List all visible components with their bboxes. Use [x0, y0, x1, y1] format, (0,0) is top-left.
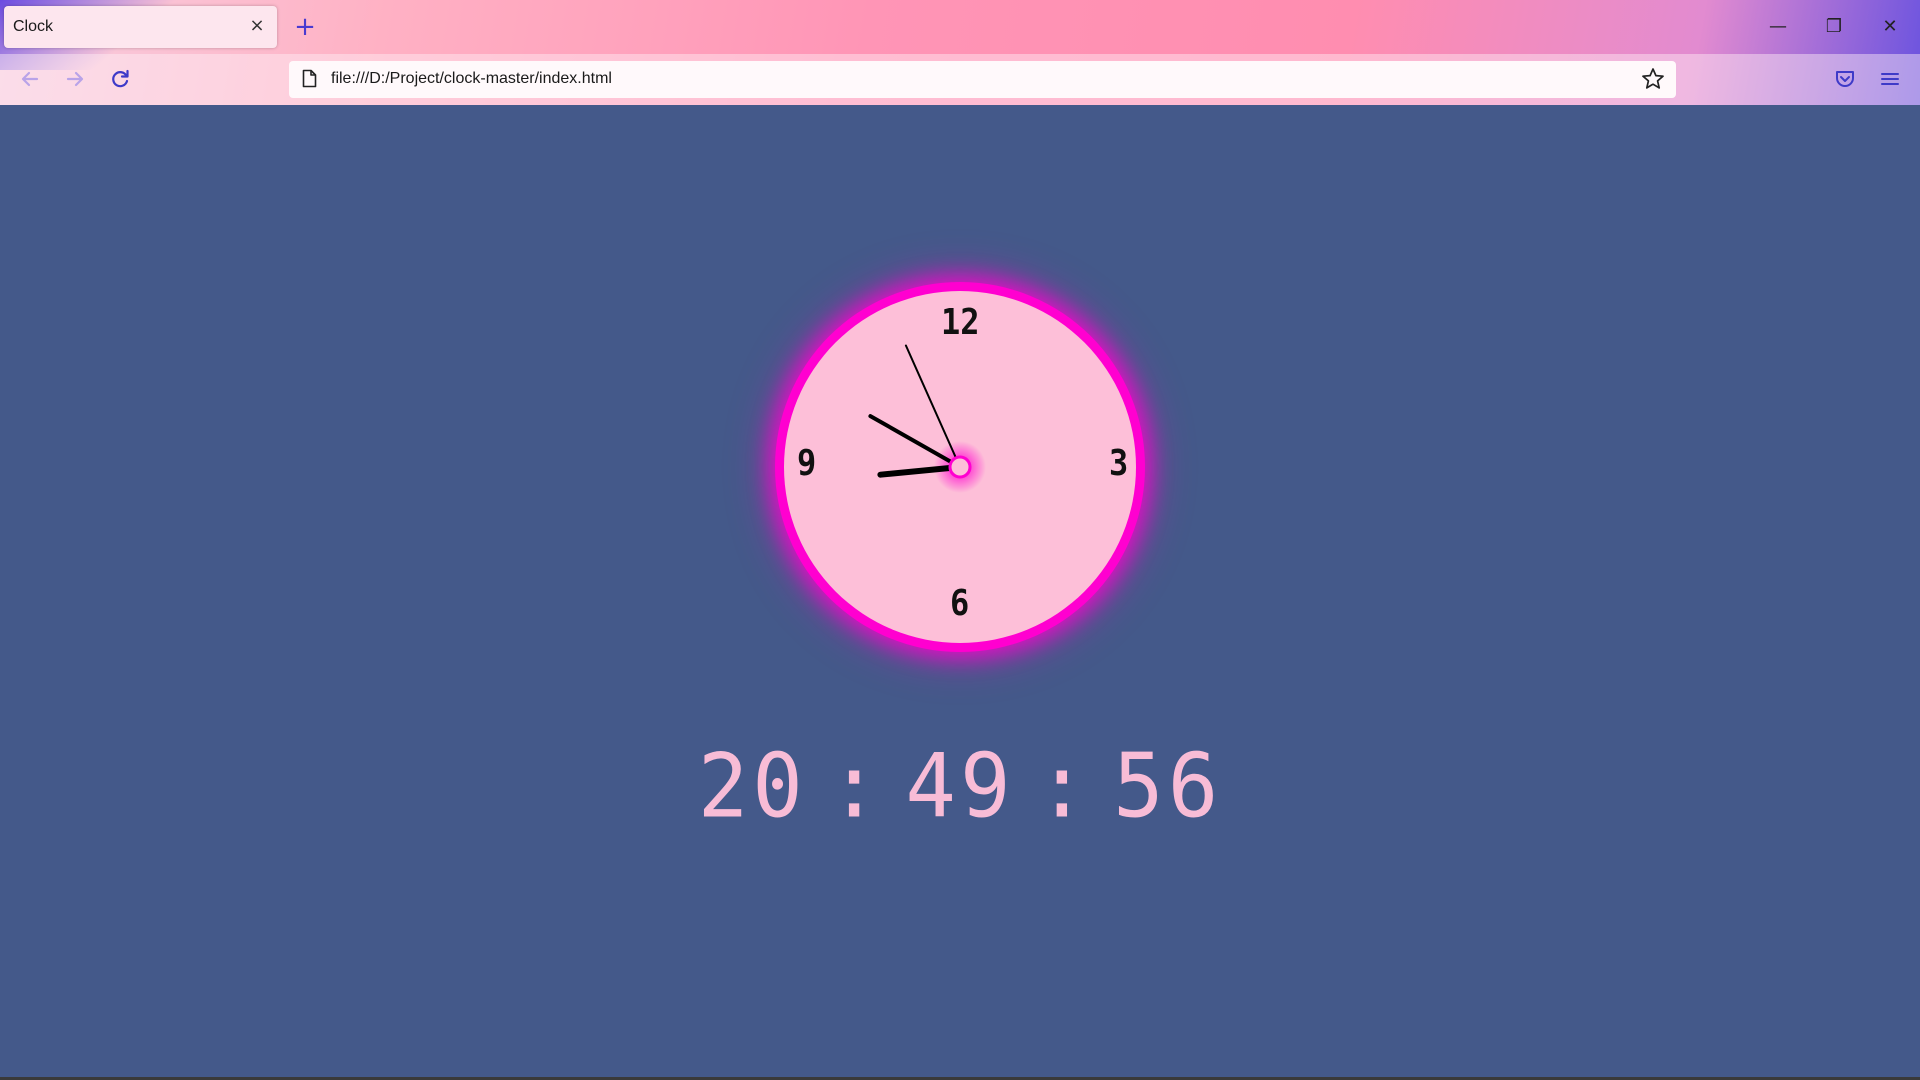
digital-seconds: 56 — [1113, 734, 1223, 838]
arrow-right-icon — [66, 71, 84, 87]
url-bar[interactable]: file:///D:/Project/clock-master/index.ht… — [289, 61, 1676, 98]
forward-button[interactable] — [60, 64, 90, 94]
analog-clock: 12 3 6 9 — [775, 282, 1145, 652]
close-window-button[interactable]: ✕ — [1862, 8, 1918, 46]
pocket-icon[interactable] — [1833, 67, 1857, 91]
digital-clock: 20:49:56 — [0, 735, 1920, 838]
hamburger-menu-icon[interactable] — [1878, 67, 1902, 91]
reload-icon — [112, 69, 129, 88]
star-icon[interactable] — [1640, 66, 1666, 92]
arrow-left-icon — [21, 71, 39, 87]
url-text[interactable]: file:///D:/Project/clock-master/index.ht… — [331, 70, 612, 88]
tab-title: Clock — [13, 18, 54, 35]
page-icon — [302, 69, 317, 88]
digital-minutes: 49 — [905, 734, 1015, 838]
center-pin — [948, 455, 972, 479]
digital-separator: : — [1036, 734, 1092, 838]
tab-close-icon[interactable]: × — [247, 16, 267, 36]
reload-button[interactable] — [105, 64, 135, 94]
browser-chrome: Clock × + — ❐ ✕ file:///D:/Project/clock… — [0, 0, 1920, 105]
digital-hours: 20 — [697, 734, 807, 838]
tab-clock[interactable]: Clock × — [4, 6, 277, 48]
clock-hands — [868, 344, 986, 493]
restore-button[interactable]: ❐ — [1806, 8, 1862, 46]
minute-hand — [868, 414, 962, 469]
minimize-button[interactable]: — — [1750, 8, 1806, 46]
navigation-bar: file:///D:/Project/clock-master/index.ht… — [0, 54, 1920, 105]
second-hand — [904, 344, 961, 468]
tab-bar: Clock × + — ❐ ✕ — [0, 0, 1920, 54]
new-tab-button[interactable]: + — [291, 13, 319, 41]
digital-separator: : — [828, 734, 884, 838]
back-button[interactable] — [15, 64, 45, 94]
